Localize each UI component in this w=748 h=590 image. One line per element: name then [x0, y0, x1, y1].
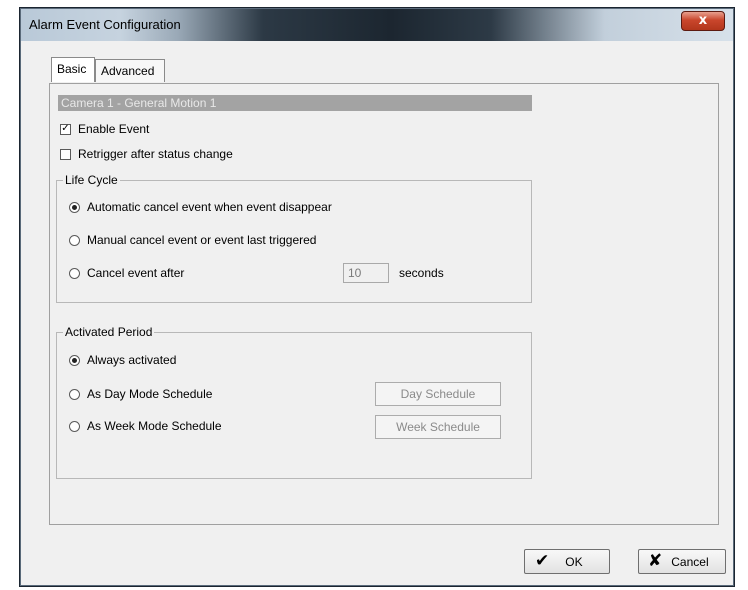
camera-header: Camera 1 - General Motion 1	[58, 95, 532, 111]
radio-manual-cancel[interactable]: Manual cancel event or event last trigge…	[69, 233, 316, 247]
radio-day-mode-schedule-button[interactable]	[69, 388, 80, 400]
radio-always-activated[interactable]: Always activated	[69, 353, 176, 367]
enable-event-check[interactable]: ✓	[60, 123, 71, 135]
radio-automatic-cancel[interactable]: Automatic cancel event when event disapp…	[69, 200, 332, 214]
seconds-label: seconds	[399, 266, 444, 280]
basic-tab-panel: Camera 1 - General Motion 1 ✓ Enable Eve…	[49, 83, 719, 525]
cancel-label: Cancel	[671, 554, 709, 569]
life-cycle-title: Life Cycle	[63, 173, 120, 187]
checkmark-icon: ✔	[535, 551, 550, 571]
radio-manual-cancel-button[interactable]	[69, 234, 80, 246]
tab-advanced[interactable]: Advanced	[95, 59, 165, 82]
ok-label: OK	[565, 554, 583, 569]
radio-week-mode-schedule[interactable]: As Week Mode Schedule	[69, 419, 222, 433]
radio-automatic-cancel-label: Automatic cancel event when event disapp…	[87, 200, 332, 214]
alarm-event-configuration-dialog: Alarm Event Configuration x Basic Advanc…	[20, 8, 734, 586]
activated-period-group: Activated Period Always activated As Day…	[56, 325, 532, 479]
tab-basic[interactable]: Basic	[51, 57, 95, 82]
radio-week-mode-schedule-button[interactable]	[69, 420, 80, 432]
life-cycle-group: Life Cycle Automatic cancel event when e…	[56, 173, 532, 303]
retrigger-checkbox[interactable]: Retrigger after status change	[60, 147, 233, 161]
x-icon: ✘	[648, 551, 663, 571]
close-icon: x	[698, 13, 708, 28]
radio-automatic-cancel-button[interactable]	[69, 201, 80, 213]
radio-always-activated-button[interactable]	[69, 354, 80, 366]
day-schedule-button[interactable]: Day Schedule	[375, 382, 501, 406]
activated-period-title: Activated Period	[63, 325, 155, 339]
dialog-client-area: Basic Advanced Camera 1 - General Motion…	[27, 41, 727, 581]
enable-event-label: Enable Event	[78, 122, 150, 136]
radio-cancel-after-button[interactable]	[69, 267, 80, 279]
retrigger-check[interactable]	[60, 148, 71, 160]
cancel-after-seconds-input[interactable]: 10	[343, 263, 389, 283]
ok-button[interactable]: ✔ OK	[524, 549, 610, 574]
radio-week-mode-schedule-label: As Week Mode Schedule	[87, 419, 222, 433]
radio-day-mode-schedule-label: As Day Mode Schedule	[87, 387, 213, 401]
radio-cancel-after-label: Cancel event after	[87, 266, 185, 280]
window-title: Alarm Event Configuration	[29, 17, 181, 32]
radio-always-activated-label: Always activated	[87, 353, 177, 367]
cancel-button[interactable]: ✘ Cancel	[638, 549, 726, 574]
radio-cancel-after[interactable]: Cancel event after	[69, 266, 184, 280]
radio-manual-cancel-label: Manual cancel event or event last trigge…	[87, 233, 317, 247]
week-schedule-button[interactable]: Week Schedule	[375, 415, 501, 439]
radio-day-mode-schedule[interactable]: As Day Mode Schedule	[69, 387, 212, 401]
close-button[interactable]: x	[681, 11, 725, 31]
retrigger-label: Retrigger after status change	[78, 147, 233, 161]
enable-event-checkbox[interactable]: ✓ Enable Event	[60, 122, 149, 136]
title-bar[interactable]: Alarm Event Configuration x	[21, 9, 733, 41]
